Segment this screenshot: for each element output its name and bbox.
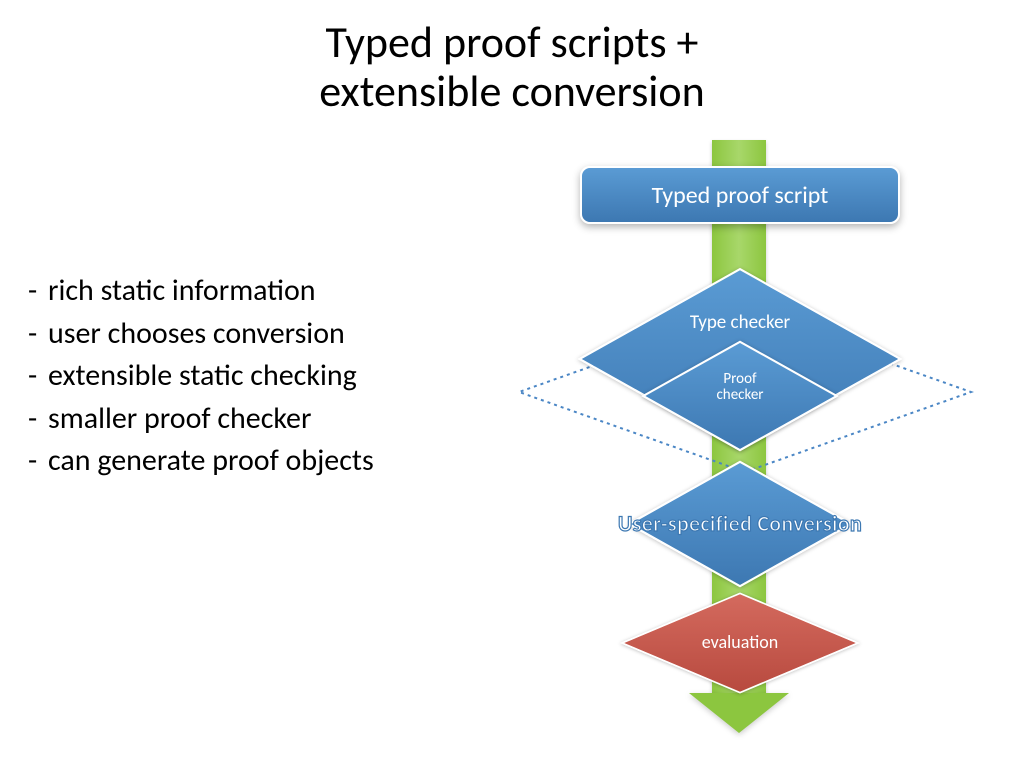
evaluation-label: evaluation bbox=[655, 558, 825, 728]
title-line-2: extensible conversion bbox=[319, 64, 704, 118]
typed-proof-script-box: Typed proof script bbox=[580, 166, 900, 224]
bullet-list: -rich static information -user chooses c… bbox=[28, 270, 488, 483]
evaluation-node: evaluation bbox=[655, 558, 825, 728]
list-item: -rich static information bbox=[28, 270, 488, 313]
list-item: -extensible static checking bbox=[28, 355, 488, 398]
slide-title: Typed proof scripts + extensible convers… bbox=[0, 18, 1024, 117]
list-item: -smaller proof checker bbox=[28, 398, 488, 441]
list-item: -can generate proof objects bbox=[28, 440, 488, 483]
title-line-1: Typed proof scripts + bbox=[326, 15, 699, 69]
typed-proof-script-label: Typed proof script bbox=[652, 181, 829, 210]
flow-diagram: Type checker Proofchecker User-specified… bbox=[460, 140, 1020, 760]
list-item: -user chooses conversion bbox=[28, 313, 488, 356]
conversion-label: User-specified Conversion bbox=[550, 510, 930, 537]
